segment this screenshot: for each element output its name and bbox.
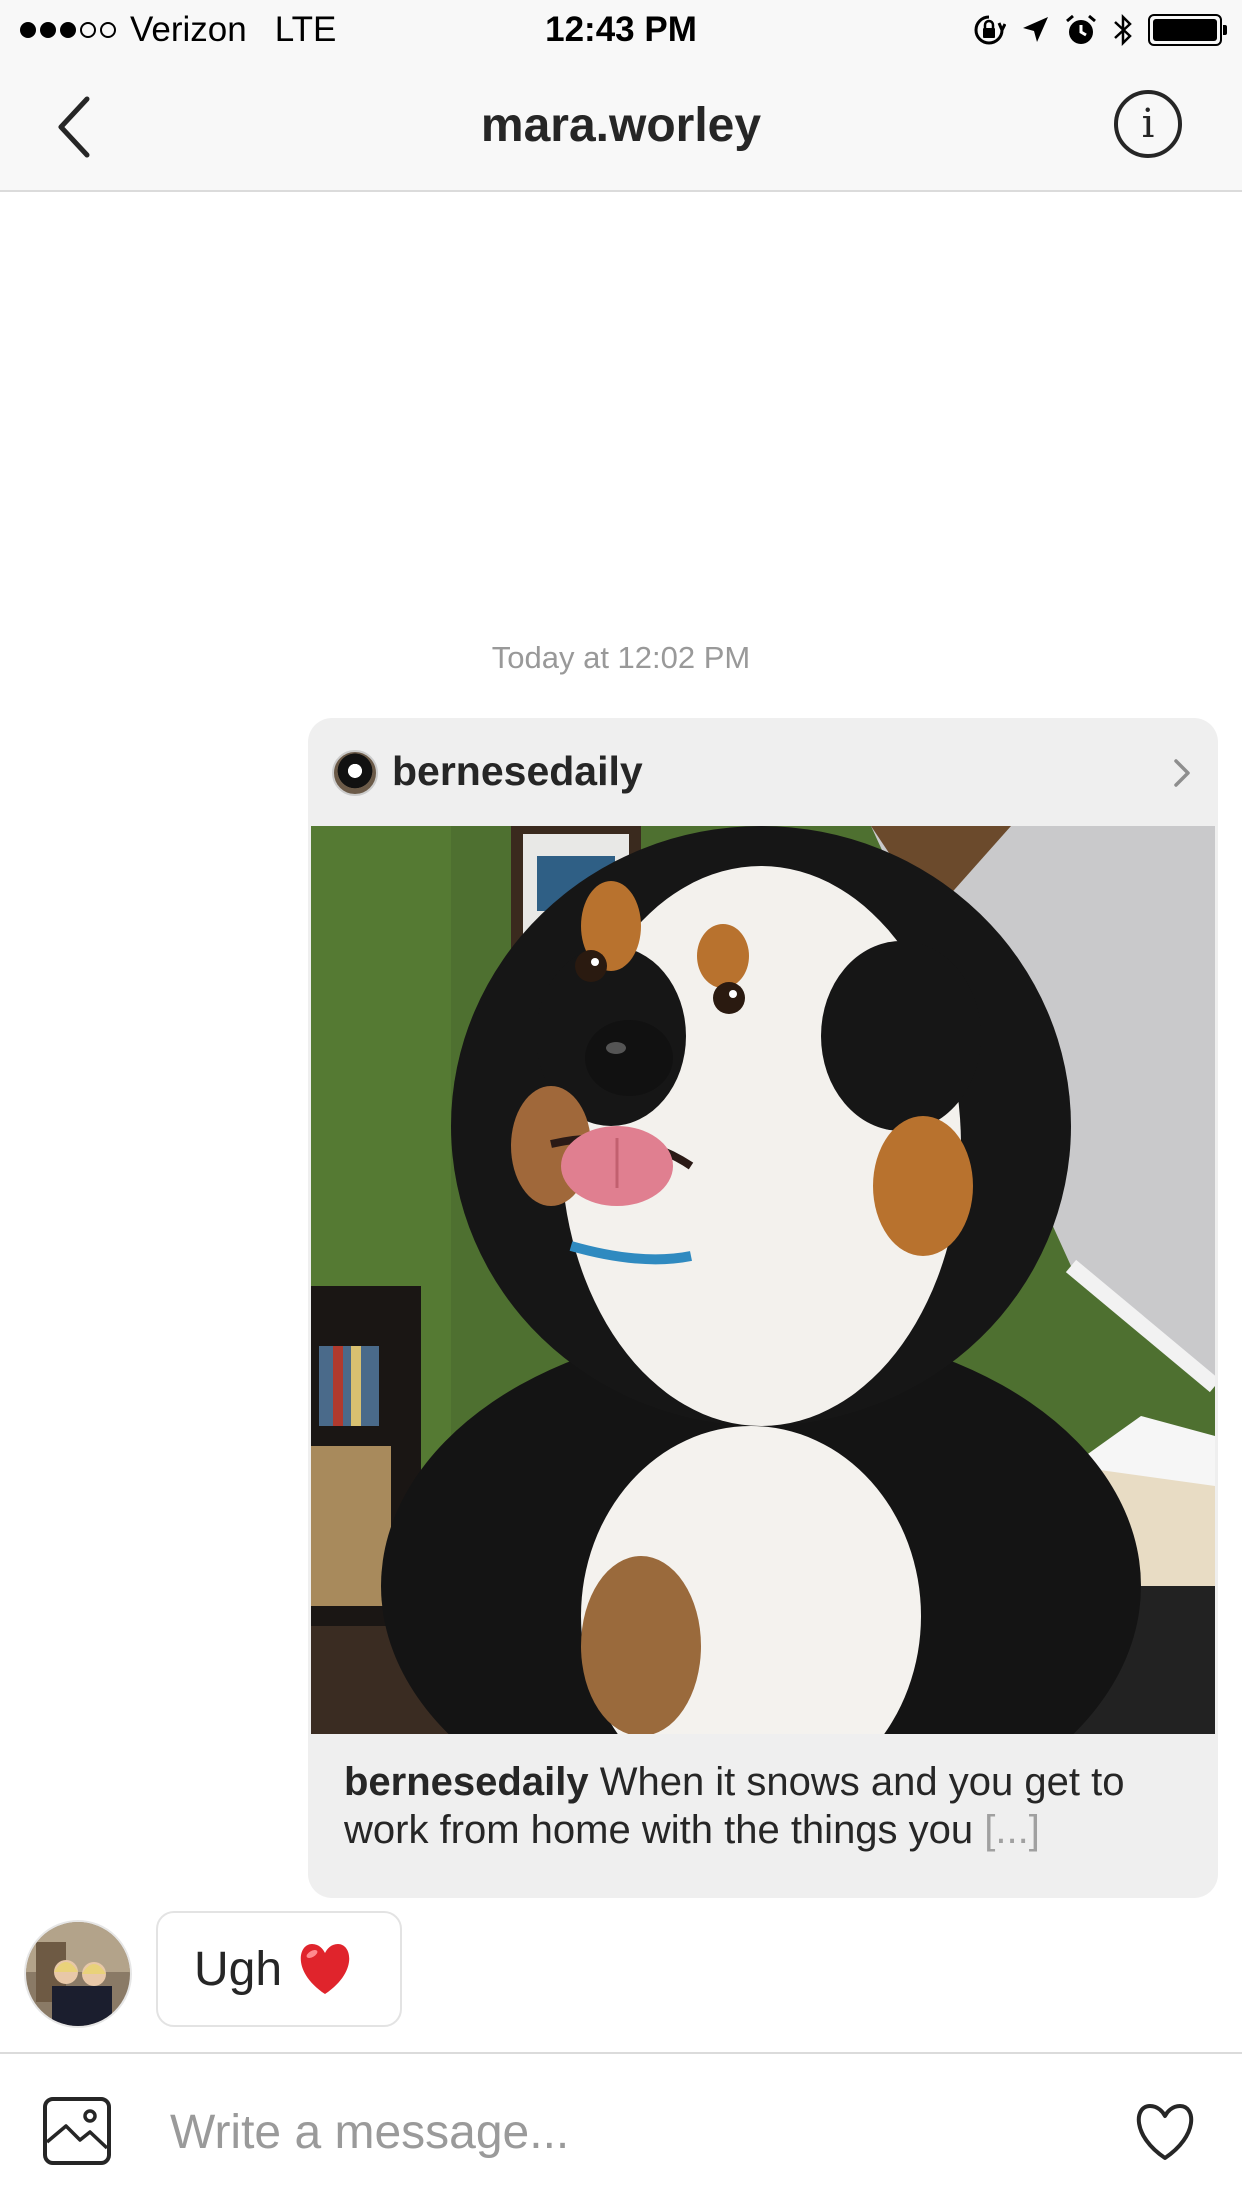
nav-bar: mara.worley i [0,62,1242,192]
red-heart-icon [300,1944,350,1994]
message-composer [0,2052,1242,2208]
orientation-lock-icon [974,15,1006,45]
shared-post-photo[interactable] [311,826,1215,1734]
status-bar: Verizon LTE 12:43 PM [0,0,1242,62]
conversation-title[interactable]: mara.worley [0,98,1242,153]
message-input[interactable] [170,2100,1070,2164]
shared-post-card[interactable]: bernesedaily bernesedaily When it snows … [308,718,1218,1898]
location-arrow-icon [1023,17,1048,42]
avatar-photo [26,1922,130,2026]
status-right [972,12,1227,48]
bluetooth-icon [1114,13,1132,47]
received-message-text: Ugh [194,1942,283,1996]
battery-icon [1148,14,1227,46]
caption-username: bernesedaily [344,1760,589,1804]
like-button[interactable] [1130,2100,1200,2164]
info-icon: i [1141,101,1155,147]
received-message-bubble[interactable]: Ugh [156,1911,402,2027]
info-button[interactable]: i [1114,90,1182,158]
heart-icon [1136,2104,1194,2160]
shared-post-username[interactable]: bernesedaily [392,748,643,795]
image-icon [43,2097,111,2165]
shared-post-avatar [332,750,378,796]
caption-more-link[interactable]: [...] [984,1808,1040,1852]
shared-post-header[interactable]: bernesedaily [308,718,1218,826]
message-timestamp: Today at 12:02 PM [491,640,751,675]
chevron-right-icon [1174,759,1190,787]
alarm-icon [1066,14,1096,44]
dog-photo [311,826,1215,1734]
shared-post-caption[interactable]: bernesedaily When it snows and you get t… [344,1758,1184,1854]
sender-avatar[interactable] [24,1920,132,2028]
photo-button[interactable] [42,2096,112,2166]
